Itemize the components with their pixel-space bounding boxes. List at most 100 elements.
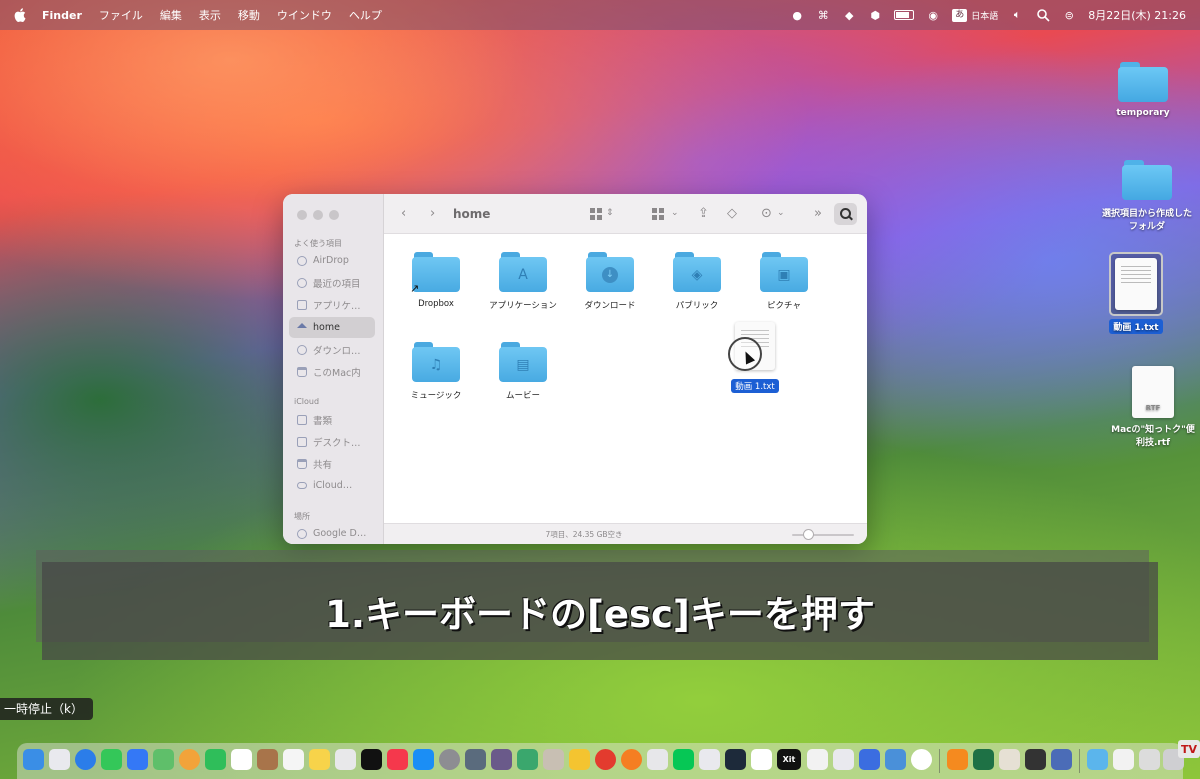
menu-go[interactable]: 移動: [238, 7, 260, 23]
command-icon[interactable]: ⌘: [816, 8, 830, 22]
notes-dock-icon[interactable]: [309, 749, 330, 770]
launchpad-dock-icon[interactable]: [49, 749, 70, 770]
control-center-icon[interactable]: ⊜: [1062, 8, 1076, 22]
spotlight-search-icon[interactable]: [1036, 8, 1050, 22]
sidebar-item-shared[interactable]: 共有: [289, 453, 375, 474]
share-button[interactable]: ⇪: [698, 206, 709, 222]
minimize-button[interactable]: [313, 210, 323, 220]
desktop-folder-temporary[interactable]: temporary: [1088, 62, 1198, 118]
folder-music[interactable]: ♫ ミュージック: [394, 342, 478, 401]
desktop-folder-new-from-selection[interactable]: 選択項目から作成したフォルダ: [1092, 160, 1200, 232]
calculator-dock-icon[interactable]: [807, 749, 828, 770]
photos-dock-icon[interactable]: [179, 749, 200, 770]
folder-applications[interactable]: A アプリケーション: [481, 252, 565, 311]
action-menu-button[interactable]: ⊙: [761, 206, 772, 222]
battery-icon[interactable]: [894, 10, 915, 20]
menu-help[interactable]: ヘルプ: [349, 7, 382, 23]
more-toolbar-button[interactable]: »: [814, 206, 822, 222]
firefox-dock-icon[interactable]: [621, 749, 642, 770]
music-dock-icon[interactable]: [387, 749, 408, 770]
sidebar-item-applications[interactable]: アプリケ…: [289, 294, 375, 315]
volume-icon[interactable]: 🔈︎: [1010, 8, 1024, 22]
quicktime-dock-icon[interactable]: [1051, 749, 1072, 770]
messages-dock-icon[interactable]: [101, 749, 122, 770]
contacts-dock-icon[interactable]: [257, 749, 278, 770]
mail-dock-icon[interactable]: [127, 749, 148, 770]
system-settings-dock-icon[interactable]: [439, 749, 460, 770]
menu-edit[interactable]: 編集: [160, 7, 182, 23]
line-icon[interactable]: ◉: [926, 8, 940, 22]
icon-size-slider-knob[interactable]: [803, 529, 814, 540]
search-button[interactable]: [834, 203, 857, 225]
image-app-dock-icon[interactable]: [491, 749, 512, 770]
utility-dock-icon[interactable]: [543, 749, 564, 770]
document-stack-dock-icon[interactable]: [1113, 749, 1134, 770]
dropbox-icon[interactable]: ◆: [842, 8, 856, 22]
facetime-dock-icon[interactable]: [205, 749, 226, 770]
folder-downloads[interactable]: ↓ ダウンロード: [568, 252, 652, 311]
document-stack-dock-icon[interactable]: [1139, 749, 1160, 770]
back-button[interactable]: ‹: [401, 206, 406, 222]
chrome-dock-icon[interactable]: [595, 749, 616, 770]
testflight-dock-icon[interactable]: [647, 749, 668, 770]
menu-app-name[interactable]: Finder: [42, 9, 82, 22]
finder-dock-icon[interactable]: [23, 749, 44, 770]
forward-button[interactable]: ›: [430, 206, 435, 222]
folder-pictures[interactable]: ▣ ピクチャ: [742, 252, 826, 311]
sidebar-item-desktop[interactable]: デスクト…: [289, 431, 375, 452]
view-mode-button[interactable]: [590, 208, 602, 225]
vectorworks-dock-icon[interactable]: [699, 749, 720, 770]
sidebar-item-airdrop[interactable]: AirDrop: [289, 250, 375, 271]
media-app-dock-icon[interactable]: [1025, 749, 1046, 770]
apple-menu-icon[interactable]: [14, 8, 26, 22]
finder-content[interactable]: ↗ Dropbox A アプリケーション ↓ ダウンロード ◈ パブリック ▣ …: [384, 234, 867, 523]
reminders-dock-icon[interactable]: [283, 749, 304, 770]
app-dock-icon[interactable]: [947, 749, 968, 770]
keynote-dock-icon[interactable]: [885, 749, 906, 770]
downloads-stack-dock-icon[interactable]: [1087, 749, 1108, 770]
sidebar-item-recents[interactable]: 最近の項目: [289, 272, 375, 293]
google-maps-dock-icon[interactable]: [751, 749, 772, 770]
maps-dock-icon[interactable]: [153, 749, 174, 770]
folder-movies[interactable]: ▤ ムービー: [481, 342, 565, 401]
app-store-dock-icon[interactable]: [413, 749, 434, 770]
line-dock-icon[interactable]: [673, 749, 694, 770]
desktop-file-rtf[interactable]: RTF Macの"知っトク"便利技.rtf: [1098, 366, 1200, 448]
security-app-dock-icon[interactable]: [725, 749, 746, 770]
script-editor-dock-icon[interactable]: [517, 749, 538, 770]
sidebar-item-documents[interactable]: 書類: [289, 409, 375, 430]
sidebar-item-home[interactable]: home: [289, 317, 375, 338]
menu-view[interactable]: 表示: [199, 7, 221, 23]
hand-app-dock-icon[interactable]: [859, 749, 880, 770]
chatgpt-dock-icon[interactable]: [911, 749, 932, 770]
freeform-dock-icon[interactable]: [335, 749, 356, 770]
zoom-button[interactable]: [329, 210, 339, 220]
input-method-badge[interactable]: あ: [952, 8, 968, 22]
icon-size-slider[interactable]: [792, 534, 854, 536]
sidebar-item-google-drive[interactable]: Google D…: [289, 523, 375, 544]
sidebar-item-on-my-mac[interactable]: このMac内: [289, 361, 375, 382]
calendar-dock-icon[interactable]: [231, 749, 252, 770]
sidebar-item-icloud-drive[interactable]: iCloud…: [289, 475, 375, 496]
menu-file[interactable]: ファイル: [99, 7, 143, 23]
folder-public[interactable]: ◈ パブリック: [655, 252, 739, 311]
sidebar-item-downloads[interactable]: ダウンロ…: [289, 339, 375, 360]
safari-dock-icon[interactable]: [75, 749, 96, 770]
menu-window[interactable]: ウインドウ: [277, 7, 332, 23]
close-button[interactable]: [297, 210, 307, 220]
group-button[interactable]: [652, 208, 664, 225]
tv-dock-icon[interactable]: [361, 749, 382, 770]
menu-datetime[interactable]: 8月22日(木) 21:26: [1088, 7, 1186, 23]
input-method-label[interactable]: 日本語: [971, 9, 998, 22]
preview-dock-icon[interactable]: [465, 749, 486, 770]
desktop-file-video-txt[interactable]: 動画 1.txt: [1081, 252, 1191, 334]
character-app-dock-icon[interactable]: [999, 749, 1020, 770]
tag-button[interactable]: ◇: [727, 206, 737, 222]
paint-dock-icon[interactable]: [569, 749, 590, 770]
excel-dock-icon[interactable]: [973, 749, 994, 770]
record-icon[interactable]: ●: [790, 8, 804, 22]
pages-dock-icon[interactable]: [833, 749, 854, 770]
folder-dropbox[interactable]: ↗ Dropbox: [394, 252, 478, 309]
xit-dock-icon[interactable]: Xit: [777, 749, 801, 770]
shield-icon[interactable]: ⬢: [868, 8, 882, 22]
